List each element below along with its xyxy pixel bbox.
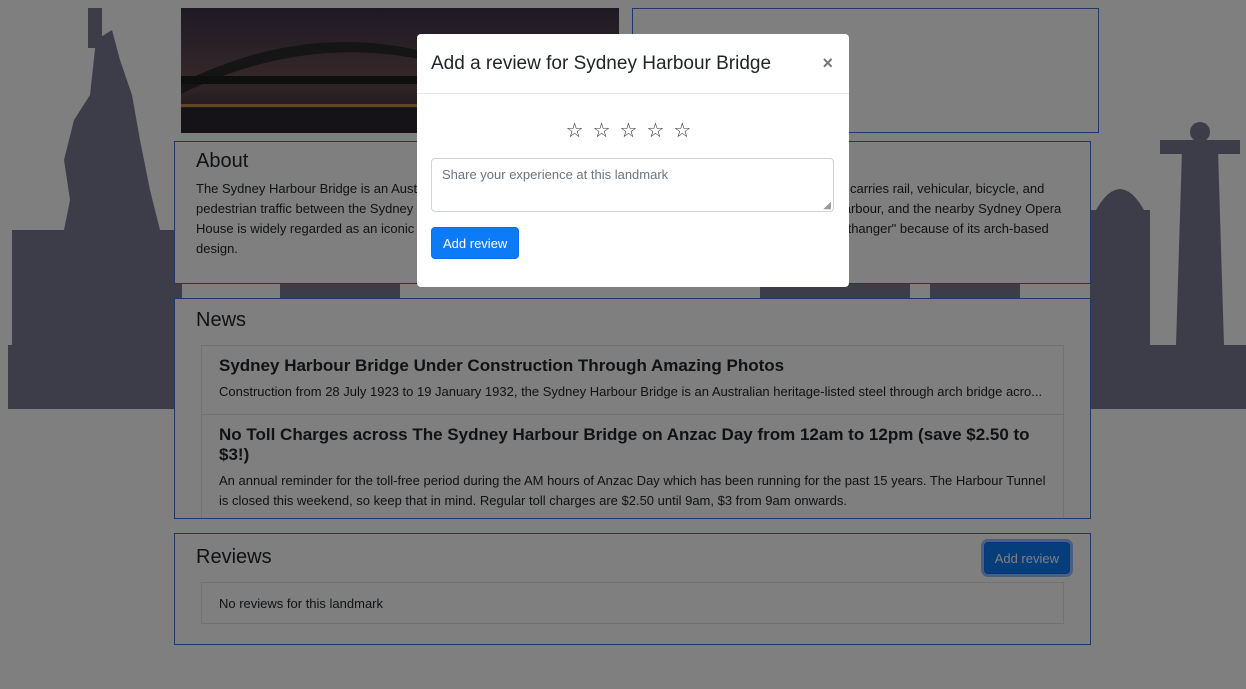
- close-icon[interactable]: ×: [822, 53, 835, 74]
- star-icon[interactable]: ☆: [566, 120, 593, 142]
- modal-title: Add a review for Sydney Harbour Bridge: [431, 52, 772, 74]
- modal-header: Add a review for Sydney Harbour Bridge ×: [417, 34, 849, 94]
- star-icon[interactable]: ☆: [593, 120, 620, 142]
- star-icon[interactable]: ☆: [620, 120, 647, 142]
- star-icon[interactable]: ☆: [673, 120, 700, 142]
- add-review-modal: Add a review for Sydney Harbour Bridge ×…: [417, 34, 849, 287]
- star-rating: ☆☆☆☆☆: [417, 118, 849, 143]
- star-icon[interactable]: ☆: [646, 120, 673, 142]
- submit-review-button[interactable]: Add review: [431, 227, 520, 259]
- resize-handle-icon[interactable]: ◢: [823, 200, 831, 211]
- review-textarea[interactable]: [431, 158, 834, 212]
